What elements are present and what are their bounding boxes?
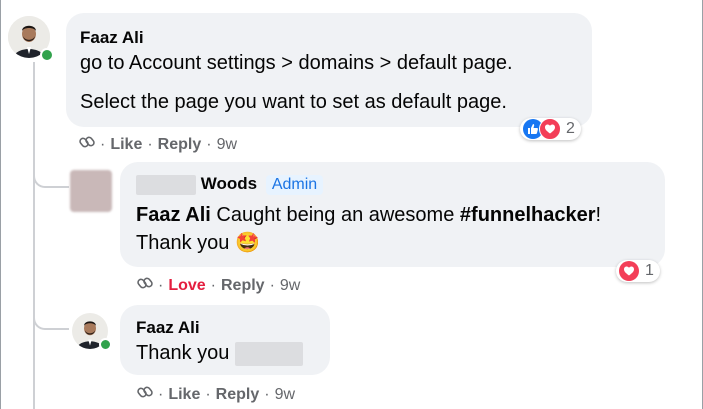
timestamp[interactable]: 9w: [217, 136, 237, 154]
reply-text-line1: Faaz Ali Caught being an awesome #funnel…: [136, 204, 602, 226]
reactions-summary[interactable]: 2: [520, 118, 581, 140]
avatar-admin-blurred[interactable]: [70, 170, 112, 212]
comment-bubble: Faaz Ali go to Account settings > domain…: [66, 13, 592, 127]
blurred-name: [234, 341, 303, 366]
thread-connector: [33, 166, 69, 188]
reactions-summary-reply[interactable]: 1: [616, 260, 660, 282]
reply-author[interactable]: Woods: [201, 174, 257, 193]
online-status-dot: [99, 338, 112, 351]
timestamp[interactable]: 9w: [275, 386, 295, 404]
reply-author[interactable]: Faaz Ali: [136, 318, 200, 338]
thread-line: [33, 62, 35, 409]
thread-connector: [33, 308, 69, 330]
reply-bubble-admin: Woods Admin Faaz Ali Caught being an awe…: [120, 162, 665, 267]
link-icon[interactable]: [137, 384, 153, 405]
mention-link[interactable]: Faaz Ali: [136, 204, 211, 226]
frame-left: [0, 0, 1, 409]
link-icon[interactable]: [79, 134, 95, 155]
comment-text-line1: go to Account settings > domains > defau…: [80, 52, 513, 74]
like-button[interactable]: Like: [168, 386, 200, 404]
reaction-count: 2: [566, 120, 575, 137]
love-reaction-icon: [619, 261, 639, 281]
reply-actions: · Love · Reply · 9w: [137, 275, 300, 296]
reaction-count: 1: [645, 262, 654, 279]
online-status-dot: [40, 48, 54, 62]
reply-text-line2: Thank you 🤩: [136, 232, 260, 254]
comment-actions: · Like · Reply · 9w: [79, 134, 237, 155]
blurred-name: [136, 174, 196, 195]
reply-button[interactable]: Reply: [158, 136, 202, 154]
hashtag-link[interactable]: #funnelhacker: [460, 204, 596, 226]
star-struck-emoji: 🤩: [234, 232, 260, 254]
reply-button[interactable]: Reply: [216, 386, 260, 404]
reply-button[interactable]: Reply: [221, 277, 265, 295]
comment-text-line2: Select the page you want to set as defau…: [80, 91, 507, 113]
admin-badge: Admin: [265, 174, 324, 195]
link-icon[interactable]: [137, 275, 153, 296]
reply-text: Thank you: [136, 340, 303, 366]
reply-actions: · Like · Reply · 9w: [137, 384, 295, 405]
like-button[interactable]: Like: [110, 136, 142, 154]
timestamp[interactable]: 9w: [280, 277, 300, 295]
love-button[interactable]: Love: [168, 277, 205, 295]
comment-author[interactable]: Faaz Ali: [80, 28, 144, 48]
reply-bubble-faaz: Faaz Ali Thank you: [120, 305, 330, 375]
love-reaction-icon: [539, 118, 561, 140]
